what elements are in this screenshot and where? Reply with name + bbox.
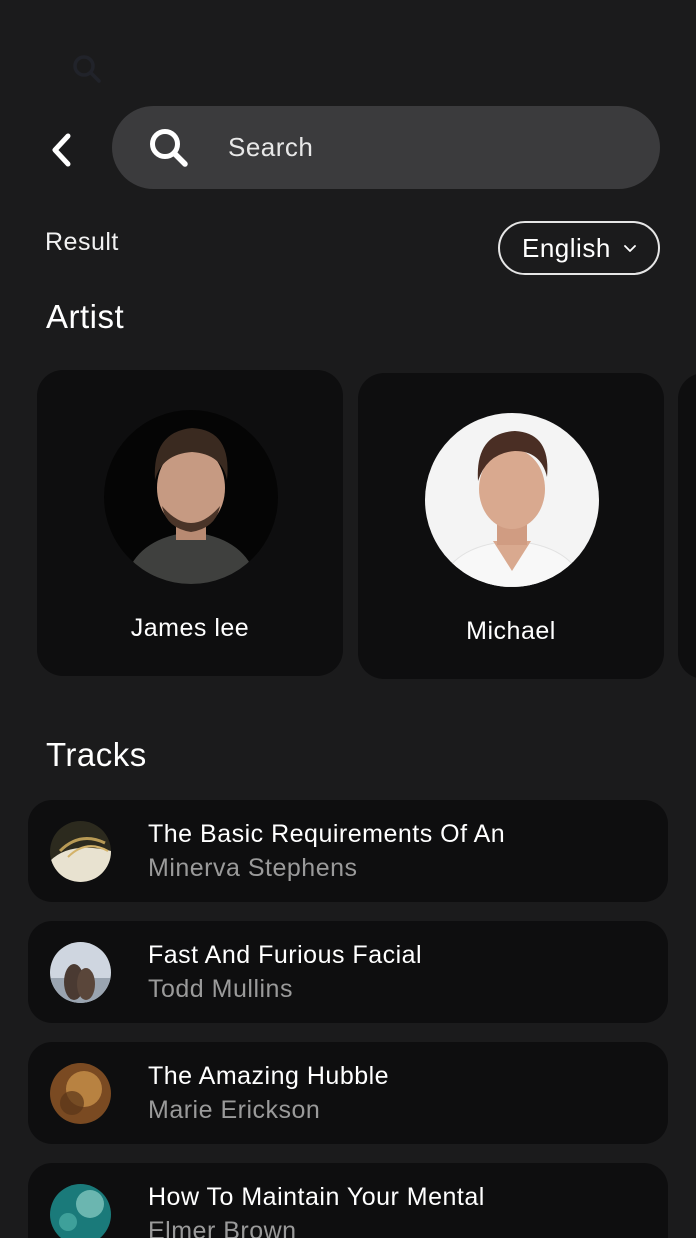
artist-name: James lee <box>130 614 250 642</box>
track-row[interactable]: The Basic Requirements Of An Minerva Ste… <box>28 800 668 902</box>
track-thumbnail <box>50 821 111 882</box>
search-results-screen: Result English Artist James lee <box>0 0 696 1238</box>
track-artist: Todd Mullins <box>148 975 293 1003</box>
tracks-section-title: Tracks <box>46 736 147 773</box>
back-button[interactable] <box>40 128 84 172</box>
artist-avatar <box>425 413 599 587</box>
track-thumbnail <box>50 942 111 1003</box>
track-artist: Minerva Stephens <box>148 854 358 882</box>
chevron-left-icon <box>52 133 71 167</box>
language-dropdown[interactable]: English <box>498 221 660 275</box>
artist-card-partial[interactable] <box>678 373 696 679</box>
track-artist: Marie Erickson <box>148 1096 321 1124</box>
search-input[interactable] <box>226 131 590 164</box>
search-icon <box>148 127 190 169</box>
artist-section-title: Artist <box>46 298 125 335</box>
search-icon <box>72 54 102 84</box>
track-thumbnail <box>50 1184 111 1238</box>
artist-name: Michael <box>466 617 556 645</box>
artist-card-michael[interactable]: Michael <box>358 373 664 679</box>
track-row[interactable]: The Amazing Hubble Marie Erickson <box>28 1042 668 1144</box>
track-row[interactable]: Fast And Furious Facial Todd Mullins <box>28 921 668 1023</box>
artist-card-james-lee[interactable]: James lee <box>37 370 343 676</box>
result-label: Result <box>45 228 119 256</box>
search-bar[interactable] <box>112 106 660 189</box>
language-selected-value: English <box>522 232 611 263</box>
chevron-down-icon <box>623 241 637 259</box>
track-row[interactable]: How To Maintain Your Mental Elmer Brown <box>28 1163 668 1238</box>
track-artist: Elmer Brown <box>148 1217 297 1238</box>
track-title: The Amazing Hubble <box>148 1062 390 1090</box>
artist-avatar <box>104 410 278 584</box>
track-title: The Basic Requirements Of An <box>148 820 506 848</box>
track-title: Fast And Furious Facial <box>148 941 423 969</box>
track-thumbnail <box>50 1063 111 1124</box>
track-title: How To Maintain Your Mental <box>148 1183 485 1211</box>
